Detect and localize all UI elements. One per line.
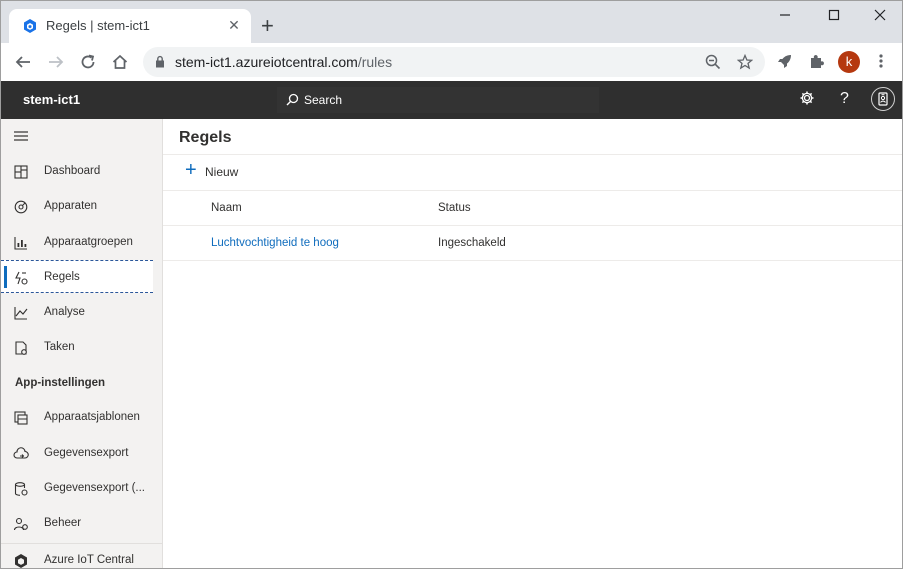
- sidebar-item-label: Dashboard: [44, 165, 101, 177]
- data-export-legacy-icon: [14, 482, 28, 496]
- settings-gear-icon[interactable]: [799, 90, 815, 106]
- zoom-icon[interactable]: [705, 54, 721, 70]
- dashboard-icon: [14, 165, 28, 179]
- data-export-icon: [13, 447, 29, 459]
- browser-toolbar: stem-ict1.azureiotcentral.com/rules k: [1, 43, 902, 82]
- sidebar-item-rules[interactable]: Regels: [1, 260, 153, 293]
- selected-indicator: [4, 266, 7, 288]
- divider: [163, 225, 902, 226]
- rule-name-link[interactable]: Luchtvochtigheid te hoog: [211, 237, 339, 249]
- reload-icon[interactable]: [79, 53, 97, 71]
- url-path: /rules: [357, 54, 393, 70]
- sidebar-item-analytics[interactable]: Analyse: [1, 296, 153, 329]
- sidebar-item-label: Gegevensexport (...: [44, 482, 145, 494]
- search-box[interactable]: Search: [277, 87, 599, 113]
- sidebar-item-label: Apparaatgroepen: [44, 236, 133, 248]
- sidebar-item-label: Regels: [44, 271, 80, 283]
- minimize-icon[interactable]: [765, 8, 805, 28]
- analytics-icon: [14, 307, 28, 320]
- app-name[interactable]: stem-ict1: [23, 92, 80, 107]
- rules-icon: [15, 271, 28, 285]
- extensions-puzzle-icon[interactable]: [808, 53, 825, 70]
- sidebar-item-iot-central[interactable]: Azure IoT Central: [1, 543, 162, 568]
- plus-icon: +: [185, 159, 197, 181]
- badge-icon: [878, 92, 888, 106]
- divider: [163, 190, 902, 191]
- sidebar: Dashboard Apparaten Apparaatgroepen Rege…: [1, 119, 163, 568]
- sidebar-item-device-templates[interactable]: Apparaatsjablonen: [1, 401, 153, 434]
- home-icon[interactable]: [111, 53, 129, 71]
- profile-avatar[interactable]: k: [838, 51, 860, 73]
- section-header-app-settings: App-instellingen: [15, 377, 106, 389]
- address-bar[interactable]: stem-ict1.azureiotcentral.com/rules: [143, 47, 765, 77]
- lock-icon[interactable]: [155, 55, 165, 68]
- new-tab-icon[interactable]: +: [261, 15, 274, 37]
- url-text: stem-ict1.azureiotcentral.com/rules: [175, 54, 392, 70]
- device-templates-icon: [14, 411, 28, 425]
- administration-icon: [13, 517, 28, 531]
- browser-tab[interactable]: Regels | stem-ict1 ✕: [9, 9, 251, 43]
- sidebar-item-administration[interactable]: Beheer: [1, 507, 153, 540]
- forward-icon[interactable]: [47, 53, 65, 71]
- sidebar-item-data-export-legacy[interactable]: Gegevensexport (...: [1, 472, 153, 505]
- device-groups-icon: [14, 237, 27, 250]
- sidebar-item-label: Azure IoT Central: [44, 554, 134, 566]
- rule-status: Ingeschakeld: [438, 237, 506, 249]
- sidebar-item-label: Apparaten: [44, 200, 98, 212]
- url-host: stem-ict1.azureiotcentral.com: [175, 54, 358, 70]
- maximize-icon[interactable]: [814, 8, 854, 28]
- iot-central-favicon-icon: [24, 19, 36, 33]
- sidebar-item-jobs[interactable]: Taken: [1, 331, 153, 364]
- sidebar-item-label: Beheer: [44, 517, 82, 529]
- hamburger-menu-icon[interactable]: [14, 130, 28, 142]
- iot-central-icon: [15, 554, 27, 568]
- sidebar-item-devices[interactable]: Apparaten: [1, 190, 153, 223]
- tab-close-icon[interactable]: ✕: [225, 16, 243, 34]
- search-label: Search: [304, 93, 343, 107]
- bookmark-star-icon[interactable]: [737, 54, 753, 70]
- sidebar-item-label: Analyse: [44, 306, 85, 318]
- sidebar-item-label: Taken: [44, 341, 75, 353]
- divider: [163, 154, 902, 155]
- back-icon[interactable]: [14, 53, 32, 71]
- new-rule-label: Nieuw: [205, 165, 239, 179]
- tab-strip: Regels | stem-ict1 ✕ +: [1, 1, 902, 43]
- browser-window: Regels | stem-ict1 ✕ + stem-ict1.azureio…: [0, 0, 903, 569]
- sidebar-item-dashboard[interactable]: Dashboard: [1, 155, 153, 188]
- sidebar-item-data-export[interactable]: Gegevensexport: [1, 437, 153, 470]
- sidebar-item-label: Apparaatsjablonen: [44, 411, 140, 423]
- browser-menu-icon[interactable]: [878, 53, 884, 69]
- column-header-status[interactable]: Status: [438, 202, 471, 214]
- jobs-icon: [15, 341, 27, 355]
- main-content: Regels + Nieuw Naam Status Luchtvochtigh…: [163, 119, 902, 568]
- column-header-name[interactable]: Naam: [211, 202, 242, 214]
- search-icon: [286, 93, 299, 106]
- page-title: Regels: [179, 129, 232, 146]
- table-row-divider: [163, 260, 902, 261]
- help-icon[interactable]: ?: [840, 90, 849, 108]
- sidebar-item-label: Gegevensexport: [44, 447, 129, 459]
- devices-icon: [14, 200, 28, 214]
- app-header: stem-ict1 Search ?: [1, 81, 902, 119]
- tab-title: Regels | stem-ict1: [46, 18, 150, 33]
- sidebar-item-device-groups[interactable]: Apparaatgroepen: [1, 226, 153, 259]
- close-window-icon[interactable]: [860, 8, 900, 28]
- rocket-extension-icon[interactable]: [776, 53, 793, 70]
- account-icon[interactable]: [871, 87, 895, 111]
